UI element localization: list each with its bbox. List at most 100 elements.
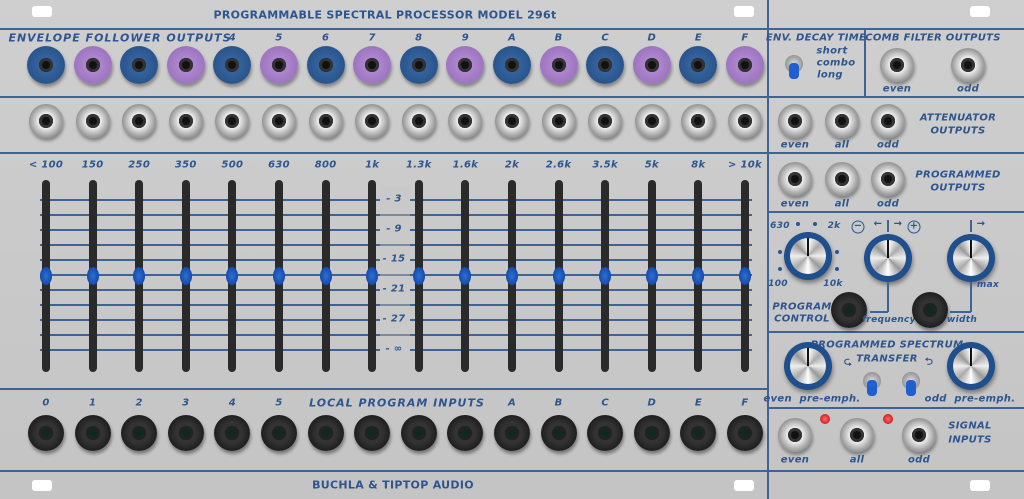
channel-label: 5	[275, 397, 283, 409]
program-input-jack[interactable]	[307, 415, 344, 451]
connector-line	[887, 282, 889, 312]
band-label: 5k	[644, 159, 659, 171]
comb-odd-jack[interactable]	[951, 48, 985, 82]
signal-all-jack[interactable]	[840, 418, 874, 452]
attenuated-output-jack[interactable]	[495, 104, 529, 138]
envelope-output-jack[interactable]	[632, 46, 671, 84]
attenuated-output-jack[interactable]	[215, 104, 250, 138]
envelope-output-jack[interactable]	[726, 46, 764, 84]
envelope-output-jack[interactable]	[306, 46, 345, 84]
program-input-jack[interactable]	[494, 415, 530, 451]
program-input-jack[interactable]	[28, 415, 64, 451]
envelope-output-jack[interactable]	[166, 46, 205, 84]
program-input-jack[interactable]	[587, 415, 624, 451]
envelope-output-jack[interactable]	[353, 46, 392, 84]
envelope-outputs-label: ENVELOPE FOLLOWER OUTPUTS	[8, 31, 232, 45]
attenuated-output-jack[interactable]	[168, 104, 203, 138]
attenuated-output-jack[interactable]	[122, 104, 157, 138]
slider-thumb[interactable]	[133, 266, 146, 285]
env-decay-title: ENV. DECAY TIME	[765, 32, 867, 44]
signal-odd-jack[interactable]	[902, 418, 936, 452]
envelope-output-jack[interactable]	[399, 46, 438, 84]
slider-thumb[interactable]	[86, 266, 99, 285]
envelope-output-jack[interactable]	[493, 46, 531, 84]
attenuated-output-jack[interactable]	[355, 104, 390, 138]
program-control-title: CONTROL	[774, 313, 830, 325]
slider-thumb[interactable]	[552, 266, 565, 285]
scale-label: - 15	[382, 253, 406, 265]
attenuator-even-jack[interactable]	[778, 104, 812, 138]
width-knob[interactable]	[947, 234, 995, 282]
program-input-jack[interactable]	[633, 415, 670, 451]
even-pre-emphasis-knob[interactable]	[784, 342, 832, 390]
band-label: 2.6k	[545, 159, 572, 171]
envelope-output-jack[interactable]	[586, 46, 625, 84]
program-input-jack[interactable]	[354, 415, 391, 451]
program-input-jack[interactable]	[261, 415, 297, 451]
program-input-jack[interactable]	[727, 415, 763, 451]
program-input-jack[interactable]	[400, 415, 437, 451]
slider-thumb[interactable]	[366, 266, 379, 285]
program-input-jack[interactable]	[121, 415, 158, 451]
programmed-title: OUTPUTS	[930, 182, 986, 194]
width-cv-jack[interactable]	[912, 292, 948, 328]
slider-thumb[interactable]	[40, 266, 52, 285]
attenuator-all-jack[interactable]	[825, 104, 859, 138]
slider-thumb[interactable]	[692, 266, 705, 285]
attenuated-output-jack[interactable]	[448, 104, 483, 138]
divider	[768, 331, 1024, 333]
envelope-output-jack[interactable]	[213, 46, 252, 84]
slider-thumb[interactable]	[226, 266, 239, 285]
slider-thumb[interactable]	[645, 266, 658, 285]
comb-even-jack[interactable]	[880, 48, 914, 82]
slider-thumb[interactable]	[273, 266, 285, 285]
programmed-odd-jack[interactable]	[871, 162, 905, 196]
envelope-output-jack[interactable]	[679, 46, 718, 84]
slider-thumb[interactable]	[459, 266, 472, 285]
programmed-all-jack[interactable]	[825, 162, 859, 196]
scale-divider	[380, 304, 410, 306]
envelope-output-jack[interactable]	[27, 46, 65, 84]
program-input-jack[interactable]	[74, 415, 111, 451]
attenuated-output-jack[interactable]	[308, 104, 343, 138]
slider-thumb[interactable]	[599, 266, 612, 285]
channel-label: D	[647, 397, 657, 409]
envelope-output-jack[interactable]	[446, 46, 485, 84]
slider-thumb[interactable]	[506, 266, 518, 285]
slider-thumb[interactable]	[739, 266, 751, 285]
attenuated-output-jack[interactable]	[29, 104, 63, 138]
attenuated-output-jack[interactable]	[634, 104, 669, 138]
attenuated-output-jack[interactable]	[75, 104, 110, 138]
envelope-output-jack[interactable]	[260, 46, 298, 84]
program-input-jack[interactable]	[680, 415, 717, 451]
envelope-output-jack[interactable]	[73, 46, 112, 84]
slider-thumb[interactable]	[179, 266, 192, 285]
signal-even-jack[interactable]	[778, 418, 812, 452]
slider-thumb[interactable]	[412, 266, 425, 285]
slider-thumb[interactable]	[319, 266, 332, 285]
program-input-jack[interactable]	[214, 415, 251, 451]
programmed-even-jack[interactable]	[778, 162, 812, 196]
scale-label: - ∞	[385, 343, 403, 355]
attenuated-output-jack[interactable]	[588, 104, 623, 138]
attenuated-output-jack[interactable]	[401, 104, 436, 138]
attenuator-odd-jack[interactable]	[871, 104, 905, 138]
channel-label: 2	[135, 397, 143, 409]
jack-label: odd	[907, 454, 931, 466]
env-decay-toggle[interactable]	[785, 55, 803, 79]
odd-transfer-toggle[interactable]	[902, 372, 920, 396]
center-frequency-knob[interactable]	[784, 232, 832, 280]
envelope-output-jack[interactable]	[539, 46, 578, 84]
program-input-jack[interactable]	[447, 415, 484, 451]
attenuated-output-jack[interactable]	[681, 104, 716, 138]
even-transfer-toggle[interactable]	[863, 372, 881, 396]
attenuated-output-jack[interactable]	[728, 104, 762, 138]
program-input-jack[interactable]	[167, 415, 204, 451]
program-input-jack[interactable]	[540, 415, 577, 451]
band-label: 1k	[365, 159, 380, 171]
attenuated-output-jack[interactable]	[262, 104, 296, 138]
odd-pre-emphasis-knob[interactable]	[947, 342, 995, 390]
envelope-output-jack[interactable]	[120, 46, 159, 84]
attenuated-output-jack[interactable]	[541, 104, 576, 138]
frequency-cv-knob[interactable]	[864, 234, 912, 282]
